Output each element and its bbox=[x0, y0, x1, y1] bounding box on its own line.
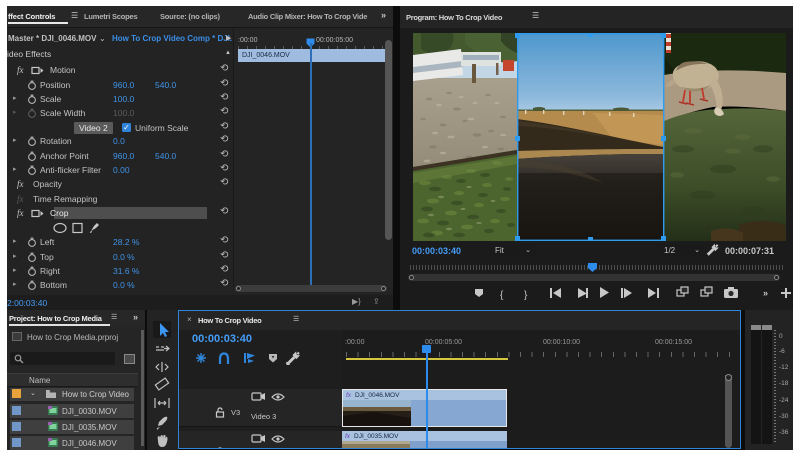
svg-text:{: { bbox=[500, 290, 504, 301]
svg-text:»: » bbox=[763, 288, 768, 298]
svg-text:}: } bbox=[524, 290, 528, 301]
